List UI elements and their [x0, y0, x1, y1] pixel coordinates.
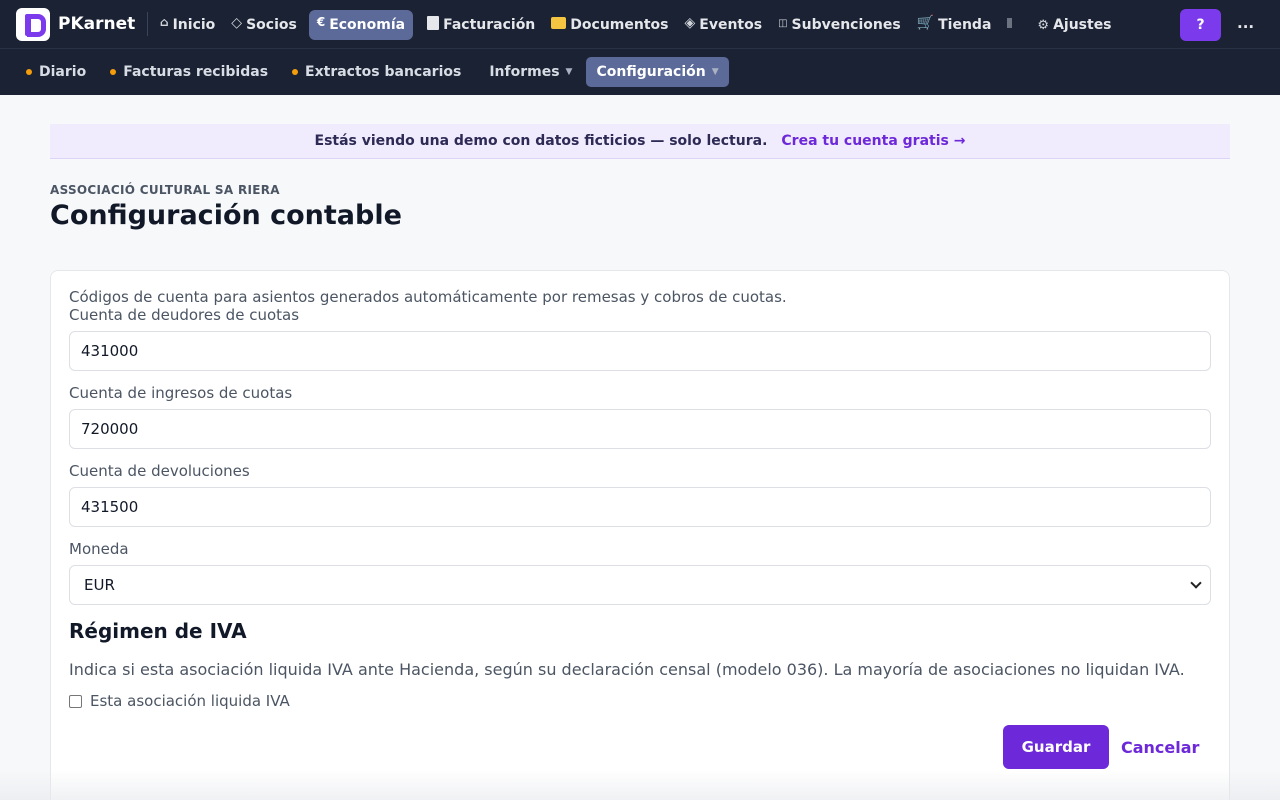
sub-navbar: Diario Facturas recibidas Extractos banc… [0, 48, 1280, 95]
create-account-link[interactable]: Crea tu cuenta gratis → [781, 133, 965, 149]
nav-item-label: Socios [246, 17, 297, 33]
app-logo[interactable] [16, 8, 50, 41]
income-account-label: Cuenta de ingresos de cuotas [69, 384, 293, 402]
nav-item-facturacion[interactable]: Facturación [419, 10, 543, 40]
returns-account-label: Cuenta de devoluciones [69, 462, 250, 480]
form-intro: Códigos de cuenta para asientos generado… [69, 288, 787, 306]
nav-item-economia[interactable]: € Economía [308, 10, 414, 40]
debtors-account-label: Cuenta de deudores de cuotas [69, 306, 300, 324]
demo-banner: Estás viendo una demo con datos ficticio… [50, 124, 1230, 159]
main-nav: ⌂ Inicio ◇ Socios € Economía Facturación… [152, 10, 1120, 40]
currency-selected-value: EUR [84, 576, 115, 594]
returns-account-input[interactable] [69, 487, 1211, 527]
nav-item-label: Ajustes [1053, 17, 1112, 33]
nav-item-label: Inicio [172, 17, 216, 33]
home-icon: ⌂ [160, 15, 169, 29]
vat-checkbox-row[interactable]: Esta asociación liquida IVA [69, 692, 290, 710]
demo-banner-text: Estás viendo una demo con datos ficticio… [314, 133, 768, 149]
status-dot [110, 69, 117, 75]
page-title: Configuración contable [50, 200, 402, 231]
subnav-item-label: Facturas recibidas [123, 64, 269, 80]
folder-icon [551, 17, 567, 29]
vat-checkbox-label[interactable]: Esta asociación liquida IVA [90, 692, 290, 710]
currency-select[interactable]: EUR [69, 565, 1211, 605]
vat-checkbox[interactable] [69, 694, 82, 708]
nav-item-label: Eventos [699, 17, 763, 33]
chevron-down-icon: ▼ [565, 67, 573, 77]
status-dot [292, 69, 299, 75]
nav-item-label: Tienda [938, 17, 992, 33]
save-button[interactable]: Guardar [1003, 725, 1109, 769]
status-dot [26, 69, 32, 75]
nav-item-label: Subvenciones [791, 17, 901, 33]
subnav-item-label: Configuración [596, 64, 706, 80]
nav-item-tienda[interactable]: 🛒 Tienda [909, 10, 1000, 40]
nav-item-extra[interactable] [999, 10, 1029, 40]
subnav-item-diario[interactable]: Diario [16, 57, 96, 87]
subnav-item-label: Extractos bancarios [305, 64, 462, 80]
grant-icon: ◫ [778, 17, 788, 29]
gear-icon: ⚙ [1037, 17, 1050, 33]
nav-item-eventos[interactable]: ◈ Eventos [676, 10, 770, 40]
settings-card: Códigos de cuenta para asientos generado… [50, 270, 1230, 800]
nav-item-ajustes[interactable]: ⚙ Ajustes [1029, 10, 1119, 40]
chevron-down-icon [1190, 577, 1202, 589]
subnav-item-label: Informes [489, 64, 560, 80]
half-square-icon [1007, 18, 1018, 28]
nav-item-subvenciones[interactable]: ◫ Subvenciones [770, 10, 909, 40]
brand-name[interactable]: PKarnet [58, 14, 135, 34]
cart-icon: 🛒 [916, 15, 935, 31]
nav-item-label: Economía [329, 17, 406, 33]
chevron-down-icon: ▼ [711, 67, 719, 77]
more-menu-button[interactable]: ... [1237, 14, 1254, 32]
nav-divider [147, 12, 148, 36]
subnav-item-configuracion[interactable]: Configuración ▼ [586, 57, 729, 87]
top-navbar: PKarnet ⌂ Inicio ◇ Socios € Economía Fac… [0, 0, 1280, 48]
cancel-button[interactable]: Cancelar [1121, 738, 1199, 757]
help-button[interactable]: ? [1180, 9, 1221, 41]
subnav-item-label: Diario [39, 64, 87, 80]
vat-heading: Régimen de IVA [69, 619, 247, 643]
document-icon [427, 16, 440, 30]
debtors-account-input[interactable] [69, 331, 1211, 371]
logo-p-icon [25, 13, 46, 37]
nav-item-socios[interactable]: ◇ Socios [223, 10, 305, 40]
nav-item-label: Facturación [443, 17, 536, 33]
organization-name: Associació Cultural Sa Riera [50, 183, 280, 197]
subnav-item-facturas-recibidas[interactable]: Facturas recibidas [100, 57, 278, 87]
event-icon: ◈ [684, 15, 696, 31]
nav-item-label: Documentos [570, 17, 669, 33]
nav-item-inicio[interactable]: ⌂ Inicio [152, 10, 223, 40]
currency-label: Moneda [69, 540, 129, 558]
income-account-input[interactable] [69, 409, 1211, 449]
diamond-icon: ◇ [231, 15, 243, 31]
subnav-item-extractos-bancarios[interactable]: Extractos bancarios [282, 57, 471, 87]
euro-icon: € [316, 15, 326, 29]
nav-item-documentos[interactable]: Documentos [543, 10, 676, 40]
vat-description: Indica si esta asociación liquida IVA an… [69, 660, 1185, 679]
subnav-item-informes[interactable]: Informes ▼ [479, 57, 582, 87]
